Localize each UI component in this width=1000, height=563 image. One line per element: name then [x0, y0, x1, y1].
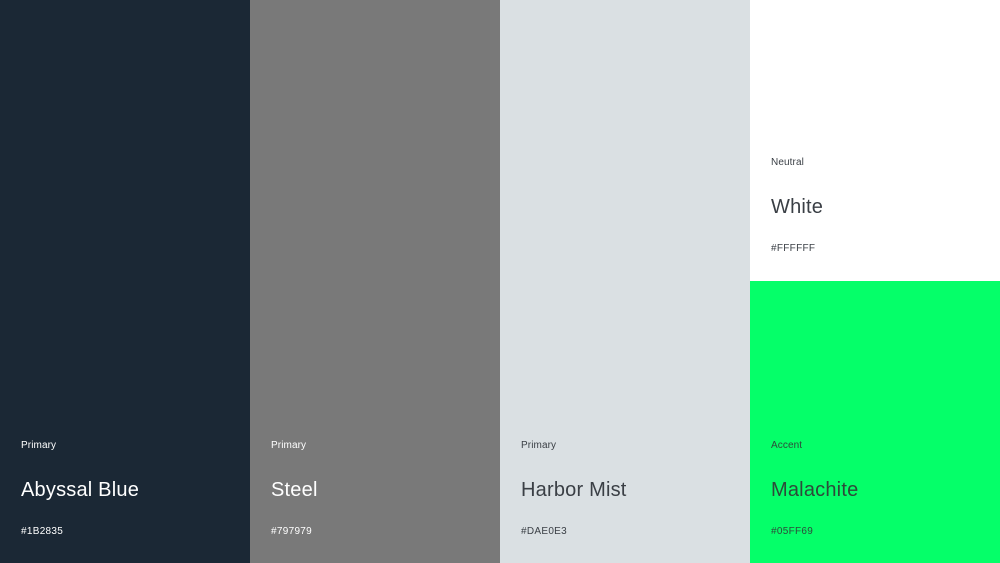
swatch-info: Primary Abyssal Blue #1B2835 [21, 440, 139, 538]
swatch-white: Neutral White #FFFFFF [750, 0, 1000, 281]
swatch-info: Accent Malachite #05FF69 [771, 440, 858, 538]
swatch-hex: #797979 [271, 526, 313, 537]
swatch-abyssal-blue: Primary Abyssal Blue #1B2835 [0, 0, 250, 563]
palette-column-4: Neutral White #FFFFFF Accent Malachite #… [750, 0, 1000, 563]
swatch-hex: #FFFFFF [771, 243, 816, 254]
swatch-role: Primary [21, 440, 57, 451]
swatch-role: Primary [271, 440, 307, 451]
palette-column-1: Primary Abyssal Blue #1B2835 [0, 0, 250, 563]
color-palette: Primary Abyssal Blue #1B2835 Primary Ste… [0, 0, 1000, 563]
swatch-role: Accent [771, 440, 803, 451]
swatch-hex: #1B2835 [21, 526, 64, 537]
swatch-name: White [771, 196, 824, 218]
palette-column-3: Primary Harbor Mist #DAE0E3 [500, 0, 750, 563]
swatch-hex: #05FF69 [771, 526, 814, 537]
swatch-info: Neutral White #FFFFFF [771, 157, 823, 255]
swatch-name: Harbor Mist [521, 479, 627, 501]
swatch-steel: Primary Steel #797979 [250, 0, 500, 563]
swatch-role: Neutral [771, 157, 804, 168]
palette-column-2: Primary Steel #797979 [250, 0, 500, 563]
swatch-hex: #DAE0E3 [521, 526, 568, 537]
swatch-role: Primary [521, 440, 557, 451]
swatch-info: Primary Harbor Mist #DAE0E3 [521, 440, 627, 538]
swatch-name: Steel [271, 479, 318, 501]
swatch-name: Abyssal Blue [21, 479, 140, 501]
swatch-harbor-mist: Primary Harbor Mist #DAE0E3 [500, 0, 750, 563]
swatch-malachite: Accent Malachite #05FF69 [750, 281, 1000, 563]
swatch-info: Primary Steel #797979 [271, 440, 318, 538]
swatch-name: Malachite [771, 479, 859, 501]
